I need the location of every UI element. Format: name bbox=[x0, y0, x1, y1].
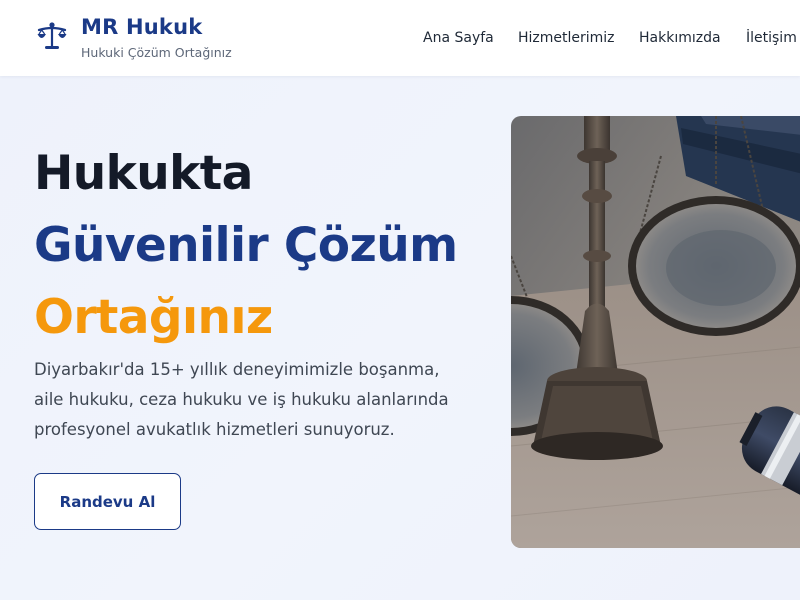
site-header: MR Hukuk Hukuki Çözüm Ortağınız Ana Sayf… bbox=[0, 0, 800, 76]
brand-name[interactable]: MR Hukuk bbox=[81, 15, 202, 39]
nav-link-hakkimizda[interactable]: Hakkımızda bbox=[639, 30, 721, 46]
brand-tagline: Hukuki Çözüm Ortağınız bbox=[81, 45, 232, 60]
nav-link-iletisim[interactable]: İletişim bbox=[746, 30, 797, 46]
hero-title-line-2: Güvenilir Çözüm bbox=[34, 218, 458, 273]
nav-link-hizmetlerimiz[interactable]: Hizmetlerimiz bbox=[518, 30, 615, 46]
nav-link-ana-sayfa[interactable]: Ana Sayfa bbox=[423, 30, 494, 46]
hero-title: Hukukta Güvenilir Çözüm Ortağınız bbox=[34, 138, 458, 354]
hero-title-line-1: Hukukta bbox=[34, 146, 253, 201]
hero-title-line-3: Ortağınız bbox=[34, 290, 273, 345]
hero-image-scales-and-gavel bbox=[511, 116, 800, 548]
scales-of-justice-icon[interactable] bbox=[36, 20, 68, 52]
hero-description: Diyarbakır'da 15+ yıllık deneyimimizle b… bbox=[34, 360, 449, 439]
appointment-button[interactable]: Randevu Al bbox=[34, 473, 181, 530]
